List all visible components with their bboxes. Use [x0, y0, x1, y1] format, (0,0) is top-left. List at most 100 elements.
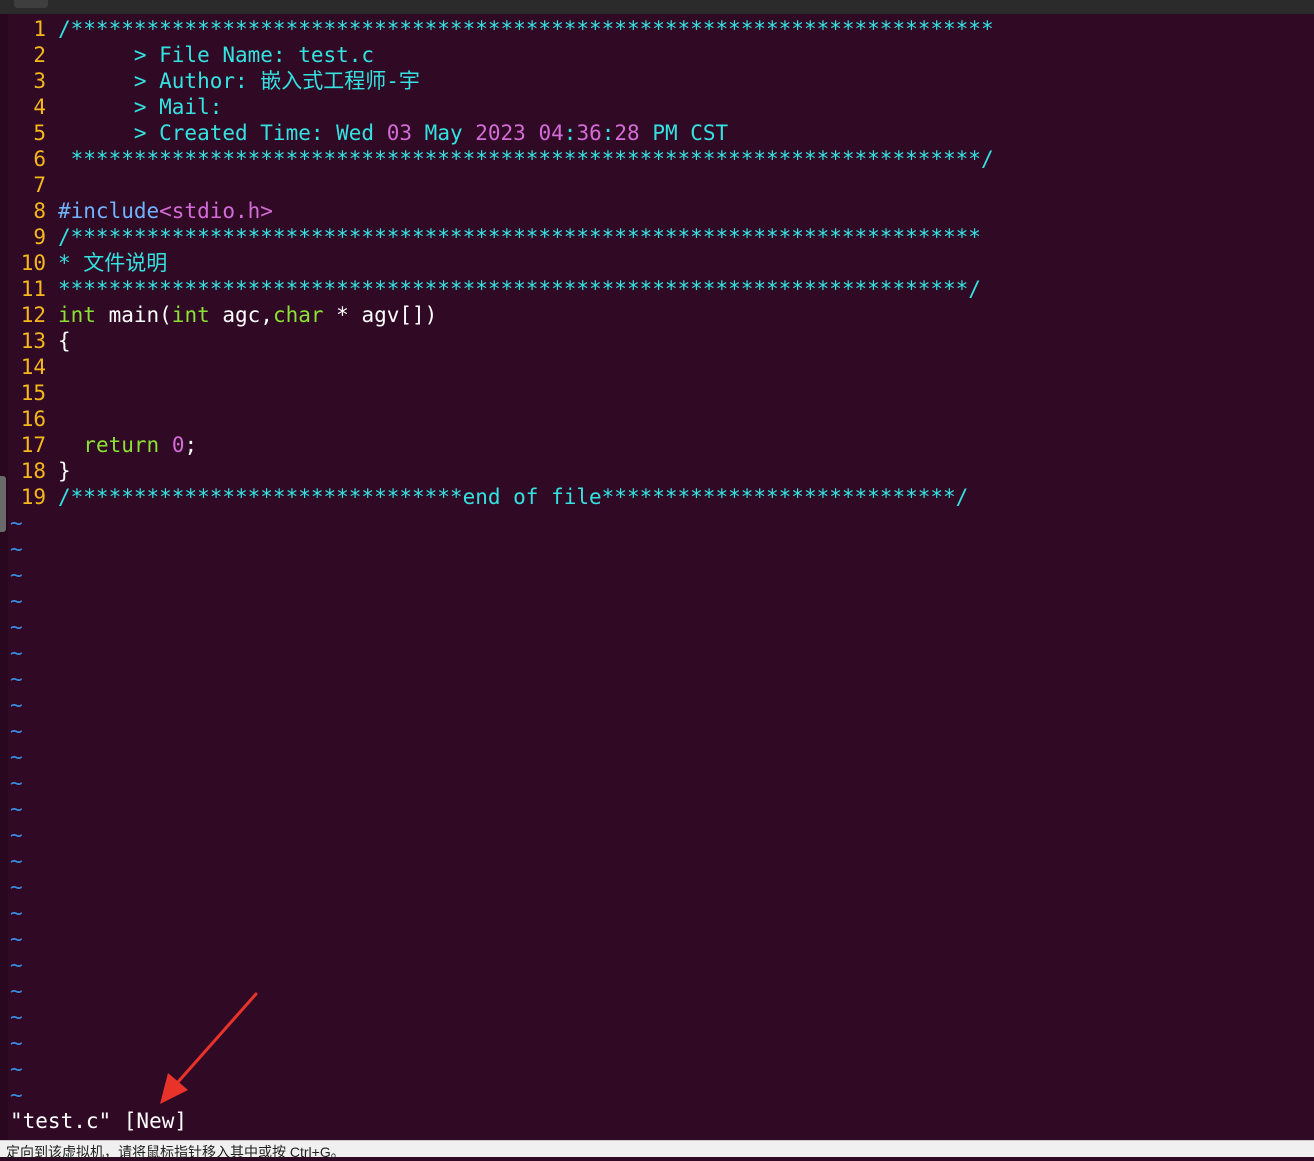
code-line[interactable]: 5 > Created Time: Wed 03 May 2023 04:36:… [10, 120, 1310, 146]
code-line[interactable]: 14 [10, 354, 1310, 380]
code-line[interactable]: 6 **************************************… [10, 146, 1310, 172]
vm-status-bar: 定向到该虚拟机，请将鼠标指针移入其中或按 Ctrl+G。 [0, 1140, 1314, 1160]
line-number: 4 [33, 95, 46, 119]
vim-editor-buffer[interactable]: 1 /**************************************… [10, 16, 1310, 1108]
line-number: 18 [20, 459, 46, 483]
empty-line-tilde: ~ [10, 641, 23, 665]
empty-line-tilde: ~ [10, 875, 23, 899]
line-number: 19 [20, 485, 46, 509]
left-gutter-bar [0, 14, 8, 1140]
code-line[interactable]: 1 /**************************************… [10, 16, 1310, 42]
code-token: ****************************************… [58, 277, 981, 301]
code-line[interactable]: 3 > Author: 嵌入式工程师-宇 [10, 68, 1310, 94]
code-token: May [412, 121, 476, 145]
window-top-bar [0, 0, 1314, 14]
code-token: { [58, 329, 71, 353]
code-token: /***************************************… [58, 225, 981, 249]
empty-line-tilde: ~ [10, 1005, 23, 1029]
line-number: 14 [20, 355, 46, 379]
line-number: 9 [33, 225, 46, 249]
code-token: > Author: 嵌入式工程师-宇 [58, 69, 420, 93]
code-token: main( [95, 303, 172, 327]
code-token: 03 [386, 121, 413, 145]
empty-line-tilde: ~ [10, 589, 23, 613]
code-line[interactable]: 13 { [10, 328, 1310, 354]
code-line[interactable]: 2 > File Name: test.c [10, 42, 1310, 68]
empty-line-tilde: ~ [10, 615, 23, 639]
vim-command-line: "test.c" [New] [10, 1109, 188, 1133]
code-token: * agv[]) [323, 303, 438, 327]
line-number: 8 [33, 199, 46, 223]
code-line[interactable]: 18} [10, 458, 1310, 484]
line-number: 17 [20, 433, 46, 457]
empty-line-tilde: ~ [10, 511, 23, 535]
empty-line-tilde: ~ [10, 693, 23, 717]
line-number: 5 [33, 121, 46, 145]
window-tab[interactable] [14, 0, 48, 8]
line-number: 11 [20, 277, 46, 301]
code-token: 28 [614, 121, 640, 145]
empty-line-tilde: ~ [10, 849, 23, 873]
code-token: PM CST [639, 121, 729, 145]
line-number: 13 [20, 329, 46, 353]
line-number: 12 [20, 303, 46, 327]
code-token: /*******************************end of f… [58, 485, 969, 509]
code-line[interactable]: 10 * 文件说明 [10, 250, 1310, 276]
code-token: 04 [538, 121, 564, 145]
code-token: #include [58, 199, 160, 223]
code-token: /***************************************… [58, 17, 994, 41]
code-line[interactable]: 4 > Mail: [10, 94, 1310, 120]
empty-line-tilde: ~ [10, 979, 23, 1003]
code-token: > Created Time: Wed [58, 121, 387, 145]
code-token: } [58, 459, 71, 483]
empty-line-tilde: ~ [10, 1083, 23, 1107]
code-token: char [272, 303, 324, 327]
line-number: 2 [33, 43, 46, 67]
code-token: : [601, 121, 615, 145]
code-line[interactable]: 7 [10, 172, 1310, 198]
line-number: 6 [33, 147, 46, 171]
code-token: 0 [171, 433, 185, 457]
code-token: : [563, 121, 577, 145]
empty-line-tilde: ~ [10, 1031, 23, 1055]
code-line[interactable]: 9 /**************************************… [10, 224, 1310, 250]
code-token: 2023 [475, 121, 526, 145]
code-token: <stdio.h> [159, 199, 273, 223]
empty-line-tilde: ~ [10, 953, 23, 977]
code-token: return [83, 433, 160, 457]
code-line[interactable]: 8 #include<stdio.h> [10, 198, 1310, 224]
code-line[interactable]: 15 [10, 380, 1310, 406]
code-line[interactable]: 19 /*******************************end of… [10, 484, 1310, 510]
line-number: 1 [33, 17, 46, 41]
empty-line-tilde: ~ [10, 901, 23, 925]
code-token: > Mail: [58, 95, 223, 119]
code-line[interactable]: 11 **************************************… [10, 276, 1310, 302]
code-token: * 文件说明 [58, 251, 168, 275]
code-token: ; [184, 433, 198, 457]
code-line[interactable]: 12 int main(int agc,char * agv[]) [10, 302, 1310, 328]
empty-line-tilde: ~ [10, 823, 23, 847]
line-number: 16 [20, 407, 46, 431]
empty-line-tilde: ~ [10, 797, 23, 821]
empty-line-tilde: ~ [10, 927, 23, 951]
code-line[interactable]: 16 [10, 406, 1310, 432]
line-number: 15 [20, 381, 46, 405]
empty-line-tilde: ~ [10, 1057, 23, 1081]
scrollbar-handle[interactable] [0, 476, 6, 532]
code-token: 36 [576, 121, 602, 145]
code-line[interactable]: 17 return 0; [10, 432, 1310, 458]
code-token: int [171, 303, 210, 327]
code-token: agc, [209, 303, 273, 327]
vm-status-text: 定向到该虚拟机，请将鼠标指针移入其中或按 Ctrl+G。 [6, 1144, 345, 1160]
empty-line-tilde: ~ [10, 667, 23, 691]
code-token: ****************************************… [58, 147, 994, 171]
line-number: 3 [33, 69, 46, 93]
code-token: > File Name: test.c [58, 43, 375, 67]
line-number: 10 [20, 251, 46, 275]
empty-line-tilde: ~ [10, 563, 23, 587]
line-number: 7 [33, 173, 46, 197]
empty-line-tilde: ~ [10, 745, 23, 769]
